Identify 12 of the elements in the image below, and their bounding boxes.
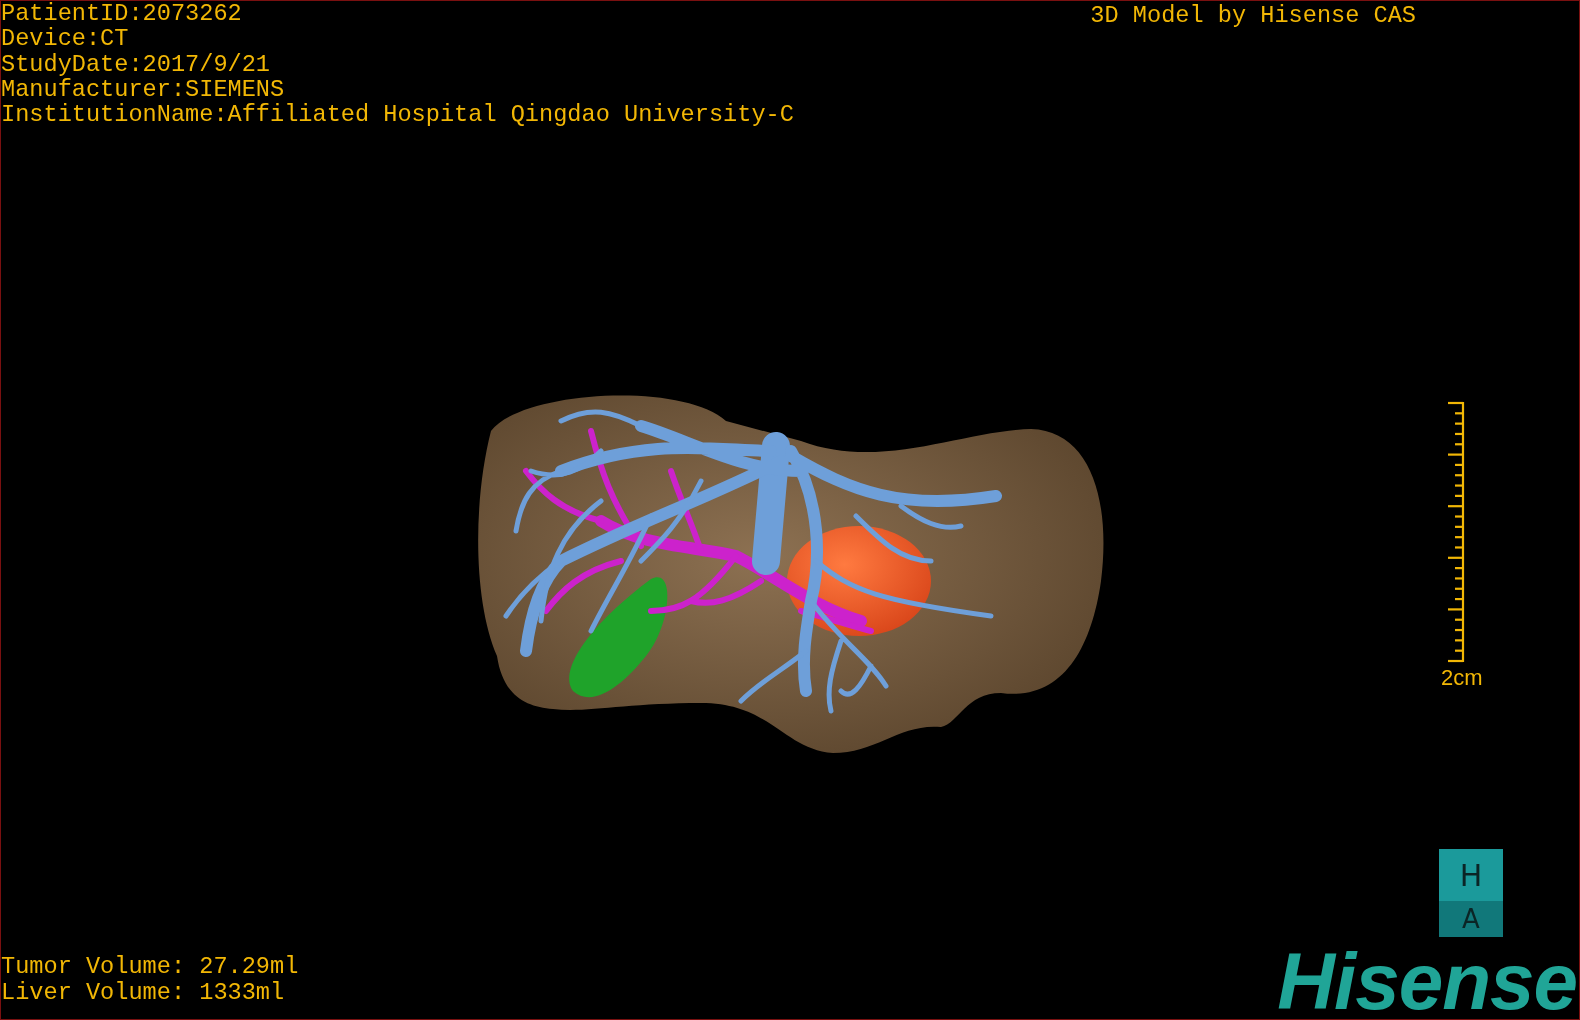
volume-reading: Tumor Volume: 27.29ml xyxy=(1,954,299,980)
brand-logo: Hisense xyxy=(1277,945,1578,1019)
cube-top-face: H xyxy=(1439,849,1503,901)
cube-front-face: A xyxy=(1439,901,1503,937)
volume-reading: Liver Volume: 1333ml xyxy=(1,979,286,1005)
patient-info-line: InstitutionName:Affiliated Hospital Qingdao University-C xyxy=(1,102,794,128)
scale-label: 2cm xyxy=(1441,667,1483,689)
patient-info-line: PatientID:2073262 xyxy=(1,1,243,27)
model-credit: 3D Model by Hisense CAS xyxy=(1090,1,1416,31)
patient-info-line: Device:CT xyxy=(1,26,130,52)
patient-info-line: StudyDate:2017/9/21 xyxy=(1,51,271,77)
patient-info-line: Manufacturer:SIEMENS xyxy=(1,76,286,103)
